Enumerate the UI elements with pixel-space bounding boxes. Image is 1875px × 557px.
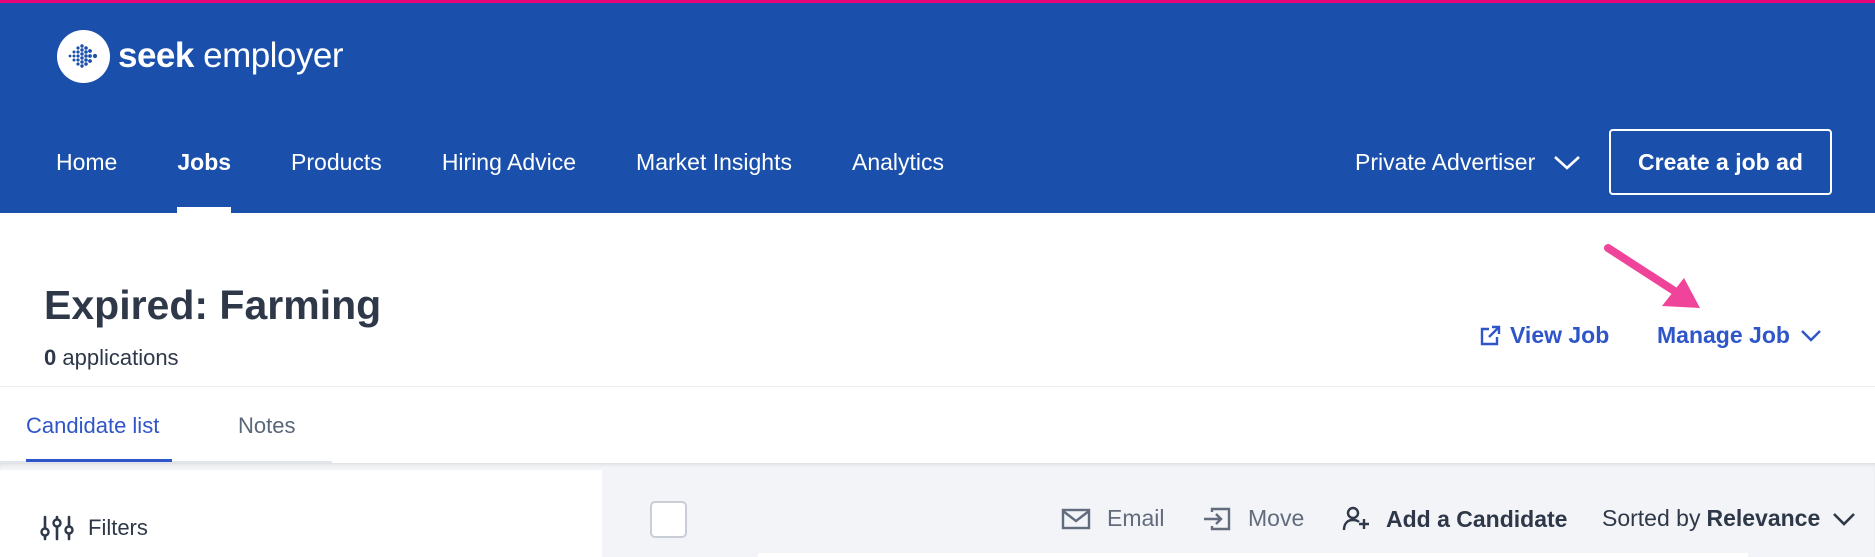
move-label: Move — [1248, 505, 1305, 531]
chevron-down-icon — [1833, 512, 1856, 526]
email-label: Email — [1107, 505, 1165, 531]
add-candidate-label: Add a Candidate — [1386, 505, 1568, 532]
view-job-link[interactable]: View Job — [1478, 322, 1609, 349]
manage-job-dropdown[interactable]: Manage Job — [1657, 322, 1822, 349]
sort-dropdown[interactable]: Sorted by Relevance — [1602, 505, 1856, 532]
add-candidate-button[interactable]: Add a Candidate — [1342, 505, 1567, 533]
create-job-ad-button[interactable]: Create a job ad — [1609, 129, 1832, 195]
header: seek employer Home Jobs Products Hiring … — [0, 3, 1875, 213]
nav-market-insights[interactable]: Market Insights — [636, 149, 792, 213]
job-tabs: Candidate list Notes — [0, 387, 332, 465]
view-job-label: View Job — [1510, 322, 1610, 348]
tab-candidate-list[interactable]: Candidate list — [26, 413, 159, 439]
nav-analytics[interactable]: Analytics — [852, 149, 944, 213]
candidate-card-edge — [758, 553, 1748, 557]
main-nav: Home Jobs Products Hiring Advice Market … — [56, 149, 1004, 213]
logo-word-seek: seek — [118, 36, 194, 75]
nav-products[interactable]: Products — [291, 149, 382, 213]
applications-count: 0 applications — [44, 345, 179, 371]
sorted-by-label: Sorted by — [1602, 505, 1701, 531]
filters-label: Filters — [88, 515, 148, 540]
filters-toggle[interactable]: Filters — [40, 515, 148, 541]
filter-panel — [0, 470, 602, 557]
select-all-checkbox[interactable] — [650, 501, 687, 538]
nav-jobs[interactable]: Jobs — [177, 149, 231, 213]
sliders-icon — [40, 515, 74, 541]
manage-job-label: Manage Job — [1657, 322, 1790, 348]
nav-hiring-advice[interactable]: Hiring Advice — [442, 149, 576, 213]
active-tab-indicator — [26, 459, 172, 462]
chevron-down-icon — [1554, 155, 1581, 170]
move-icon — [1204, 507, 1231, 530]
page-title: Expired: Farming — [44, 282, 382, 328]
applications-number: 0 — [44, 345, 57, 370]
account-menu[interactable]: Private Advertiser — [1355, 149, 1581, 176]
tab-notes[interactable]: Notes — [238, 413, 295, 439]
chevron-down-icon — [1801, 329, 1821, 342]
seek-employer-logo[interactable]: seek employer — [57, 28, 344, 84]
email-button[interactable]: Email — [1061, 505, 1165, 532]
sort-value: Relevance — [1706, 505, 1821, 531]
logo-word-employer: employer — [193, 36, 344, 75]
move-button[interactable]: Move — [1202, 505, 1304, 532]
mail-icon — [1061, 508, 1091, 529]
add-person-icon — [1342, 506, 1369, 531]
applications-label: applications — [56, 345, 179, 370]
arrow-annotation-icon — [1604, 244, 1700, 308]
seek-logo-icon — [57, 29, 110, 83]
nav-home[interactable]: Home — [56, 149, 117, 213]
logo-wordmark: seek employer — [118, 36, 344, 76]
account-label: Private Advertiser — [1355, 149, 1536, 175]
external-link-icon — [1480, 325, 1501, 345]
